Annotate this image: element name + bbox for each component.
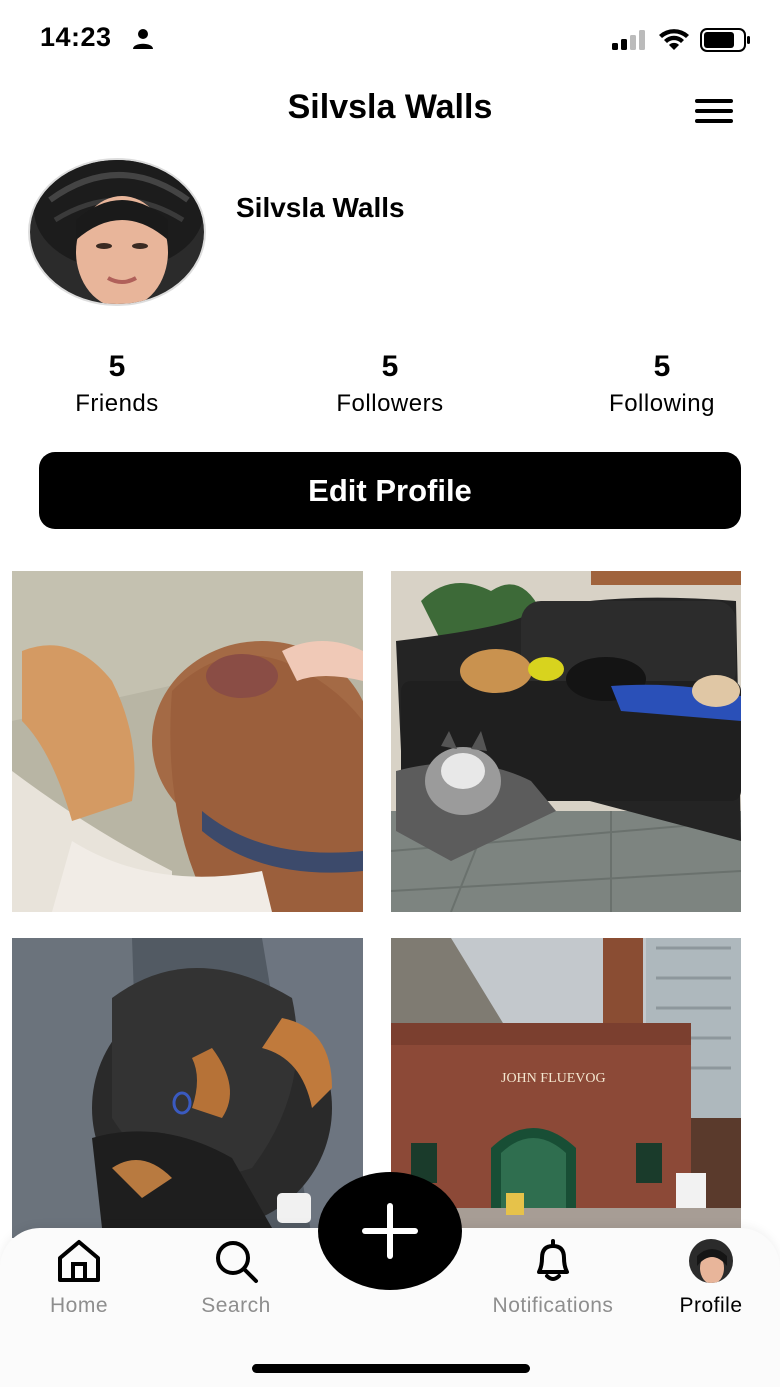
edit-profile-button[interactable]: Edit Profile (39, 452, 741, 529)
plus-icon (362, 1203, 418, 1259)
avatar-photo (30, 160, 204, 304)
following-count: 5 (653, 350, 671, 383)
stat-followers[interactable]: 5 Followers (290, 350, 490, 418)
tab-profile[interactable]: Profile (636, 1238, 780, 1318)
profile-avatar[interactable] (28, 158, 206, 306)
tab-search[interactable]: Search (161, 1238, 311, 1318)
hamburger-icon (695, 99, 733, 103)
tab-profile-label: Profile (679, 1294, 743, 1317)
wifi-icon (659, 29, 689, 50)
dog-sleeping-photo (12, 571, 363, 912)
friends-label: Friends (75, 390, 159, 417)
bell-icon (537, 1239, 569, 1281)
stat-friends[interactable]: 5 Friends (17, 350, 217, 418)
photo-tile[interactable] (391, 571, 741, 912)
followers-label: Followers (336, 390, 444, 417)
person-icon (133, 29, 153, 49)
menu-button[interactable] (692, 96, 736, 126)
status-time: 14:23 (40, 22, 112, 52)
tab-home-label: Home (49, 1294, 109, 1317)
profile-name: Silvsla Walls (236, 192, 405, 223)
home-indicator (252, 1364, 530, 1373)
tab-search-label: Search (201, 1294, 271, 1317)
home-icon (58, 1240, 100, 1282)
stat-following[interactable]: 5 Following (562, 350, 762, 418)
add-post-button[interactable] (318, 1172, 462, 1290)
following-label: Following (609, 390, 715, 417)
photo-tile[interactable] (12, 571, 363, 912)
battery-icon (700, 28, 750, 52)
tab-notifications-label: Notifications (492, 1294, 614, 1317)
photo-tile[interactable] (12, 938, 363, 1238)
friends-count: 5 (108, 350, 126, 383)
status-bar: 14:23 (0, 0, 780, 80)
tab-notifications[interactable]: Notifications (478, 1238, 628, 1318)
followers-count: 5 (381, 350, 399, 383)
cellular-signal-icon (612, 30, 645, 50)
tab-home[interactable]: Home (4, 1238, 154, 1318)
storefront-sign: JOHN FLUEVOG (501, 1071, 606, 1086)
dog-on-blanket-photo (12, 938, 363, 1238)
dogs-on-couch-photo (391, 571, 741, 912)
avatar-icon (689, 1239, 733, 1283)
page-title: Silvsla Walls (287, 88, 493, 126)
search-icon (216, 1241, 258, 1283)
